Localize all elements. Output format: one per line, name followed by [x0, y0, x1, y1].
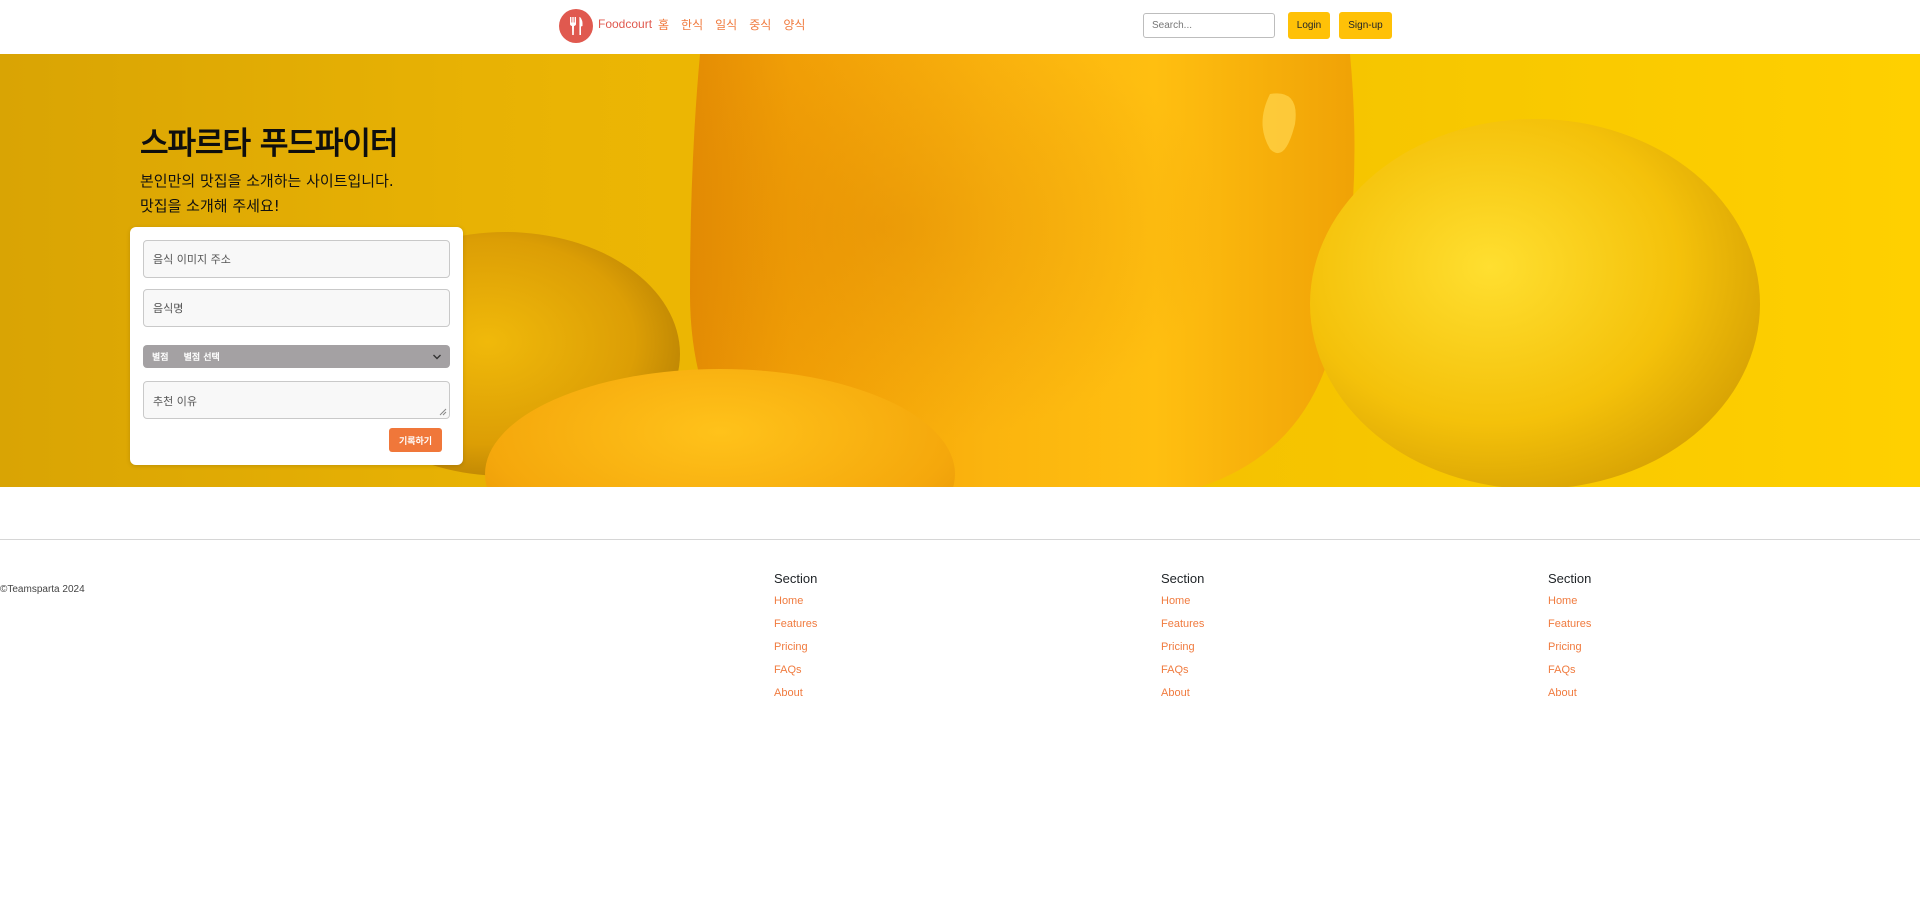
footer-link-pricing[interactable]: Pricing — [774, 636, 817, 659]
chevron-down-icon — [433, 354, 441, 360]
recommend-reason-placeholder: 추천 이유 — [153, 395, 197, 408]
footer-link-features[interactable]: Features — [774, 613, 817, 636]
fork-knife-icon — [570, 17, 583, 35]
footer-link-features[interactable]: Features — [1548, 613, 1591, 636]
submit-record-button[interactable]: 기록하기 — [389, 428, 442, 452]
nav-link-korean[interactable]: 한식 — [681, 16, 703, 33]
footer-link-about[interactable]: About — [1161, 682, 1204, 705]
food-name-placeholder: 음식명 — [153, 302, 184, 315]
footer-section-3: Section Home Features Pricing FAQs About — [1548, 571, 1591, 705]
footer-link-pricing[interactable]: Pricing — [1548, 636, 1591, 659]
footer-link-home[interactable]: Home — [774, 590, 817, 613]
restaurant-form-card: 음식 이미지 주소 음식명 별점 별점 선택 추천 이유 기록하기 — [130, 227, 463, 465]
footer-link-about[interactable]: About — [1548, 682, 1591, 705]
brand-logo[interactable] — [559, 9, 593, 43]
footer-divider — [0, 539, 1920, 540]
food-name-input[interactable]: 음식명 — [143, 289, 450, 327]
rating-label: 별점 — [152, 353, 169, 363]
login-button[interactable]: Login — [1288, 12, 1330, 39]
hero-banner: 스파르타 푸드파이터 본인만의 맛집을 소개하는 사이트입니다. 맛집을 소개해… — [0, 54, 1920, 487]
footer-section-2: Section Home Features Pricing FAQs About — [1161, 571, 1204, 705]
recommend-reason-textarea[interactable]: 추천 이유 — [143, 381, 450, 419]
nav-link-chinese[interactable]: 중식 — [749, 16, 771, 33]
resize-grip-icon[interactable] — [439, 408, 447, 416]
top-navbar: Foodcourt 홈 한식 일식 중식 양식 Login Sign-up — [0, 0, 1920, 54]
nav-link-home[interactable]: 홈 — [658, 16, 669, 33]
signup-button[interactable]: Sign-up — [1339, 12, 1392, 39]
hero-subtitle-line2: 맛집을 소개해 주세요! — [140, 197, 280, 215]
hero-subtitle-line1: 본인만의 맛집을 소개하는 사이트입니다. — [140, 172, 394, 190]
footer-link-faqs[interactable]: FAQs — [774, 659, 817, 682]
footer-section-title: Section — [1548, 571, 1592, 586]
rating-select[interactable]: 별점 별점 선택 — [143, 345, 450, 368]
nav-link-western[interactable]: 양식 — [783, 16, 805, 33]
footer-section-title: Section — [1161, 571, 1205, 586]
hero-title: 스파르타 푸드파이터 — [140, 126, 398, 162]
copyright-text: ©Teamsparta 2024 — [0, 584, 85, 595]
footer-link-home[interactable]: Home — [1161, 590, 1204, 613]
footer-link-faqs[interactable]: FAQs — [1161, 659, 1204, 682]
rating-selected-value: 별점 선택 — [183, 353, 220, 363]
footer-link-about[interactable]: About — [774, 682, 817, 705]
brand-name[interactable]: Foodcourt — [598, 17, 652, 31]
category-nav: 홈 한식 일식 중식 양식 — [658, 16, 817, 33]
food-image-url-placeholder: 음식 이미지 주소 — [153, 253, 231, 266]
footer-section-1: Section Home Features Pricing FAQs About — [774, 571, 817, 705]
footer-link-faqs[interactable]: FAQs — [1548, 659, 1591, 682]
footer-link-pricing[interactable]: Pricing — [1161, 636, 1204, 659]
footer-link-features[interactable]: Features — [1161, 613, 1204, 636]
nav-link-japanese[interactable]: 일식 — [715, 16, 737, 33]
footer-link-home[interactable]: Home — [1548, 590, 1591, 613]
search-input[interactable] — [1143, 13, 1275, 38]
footer-section-title: Section — [774, 571, 818, 586]
food-image-url-input[interactable]: 음식 이미지 주소 — [143, 240, 450, 278]
